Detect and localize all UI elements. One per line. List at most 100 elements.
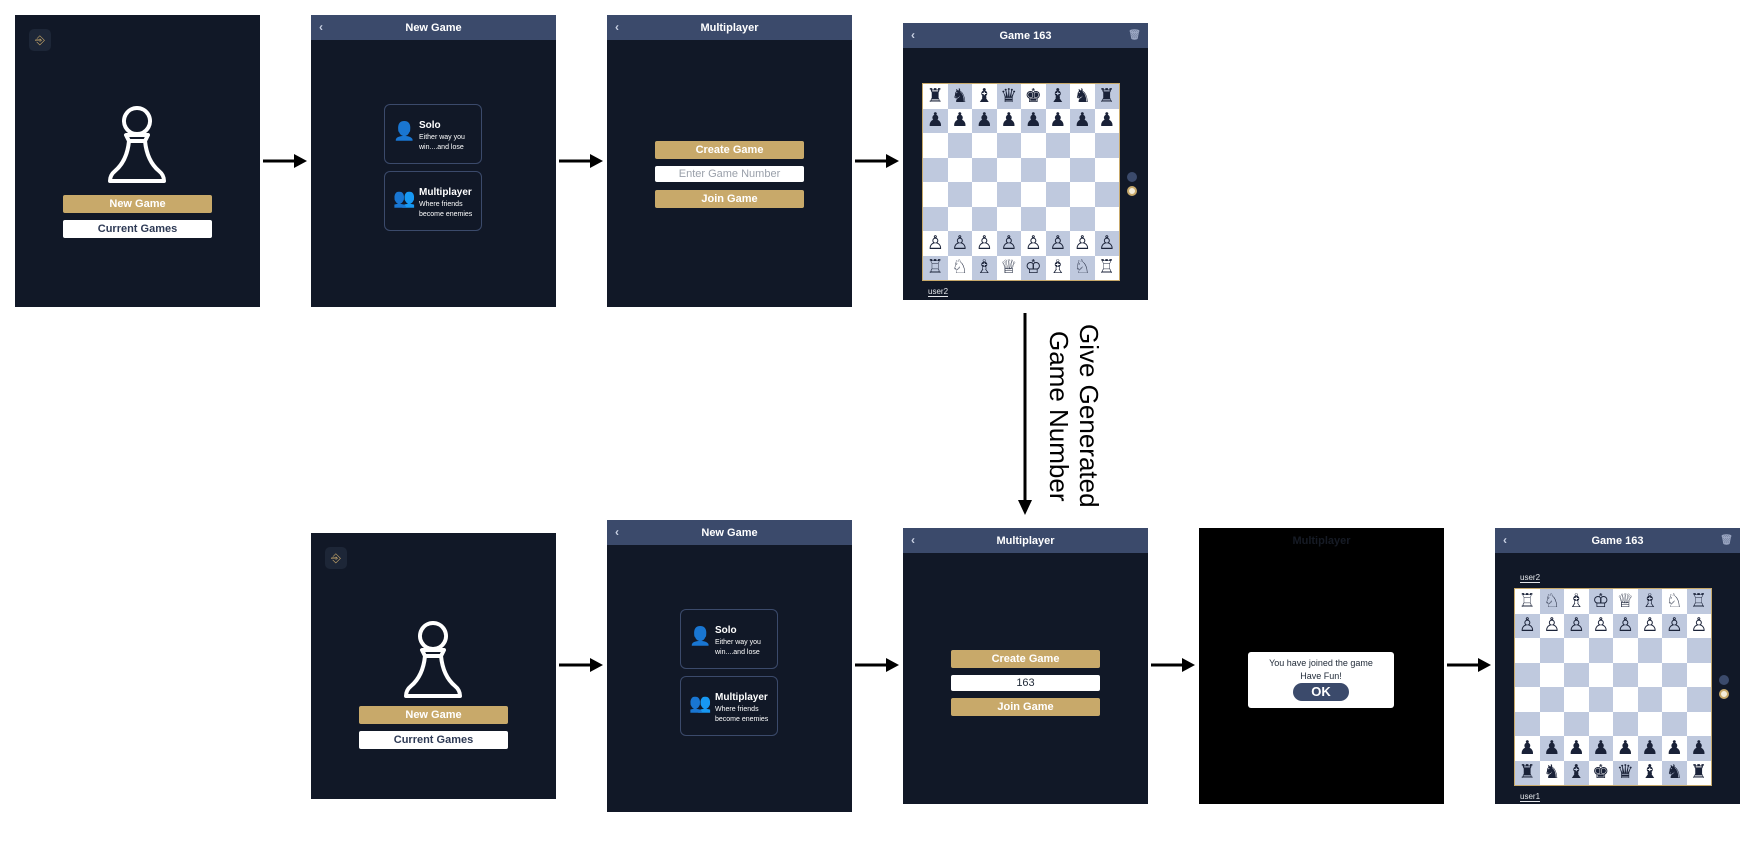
chevron-left-icon[interactable]: ‹ [615,15,619,40]
board-square[interactable] [1613,711,1638,736]
board-square[interactable] [1045,206,1070,231]
board-square[interactable] [1662,638,1687,663]
board-square[interactable] [1637,662,1662,687]
board-square[interactable] [923,206,948,231]
chess-piece[interactable]: ♙ [1564,613,1589,638]
chess-piece[interactable]: ♙ [1539,613,1564,638]
create-game-button[interactable]: Create Game [655,141,804,159]
chess-piece[interactable]: ♘ [947,255,972,280]
board-square[interactable] [972,133,997,158]
chess-piece[interactable]: ♟ [947,108,972,133]
chess-piece[interactable]: ♙ [1637,613,1662,638]
chess-piece[interactable]: ♟ [1515,736,1540,761]
chess-piece[interactable]: ♔ [1588,589,1613,614]
board-square[interactable] [1613,687,1638,712]
board-square[interactable] [1637,711,1662,736]
board-square[interactable] [996,206,1021,231]
board-square[interactable] [1021,182,1046,207]
board-square[interactable] [1070,133,1095,158]
board-square[interactable] [1045,182,1070,207]
chess-piece[interactable]: ♖ [1515,589,1540,614]
logout-icon[interactable]: ⎆ [29,29,51,51]
board-square[interactable] [1515,638,1540,663]
board-square[interactable] [1564,711,1589,736]
board-square[interactable] [1515,662,1540,687]
ok-button[interactable]: OK [1293,683,1349,701]
board-square[interactable] [972,157,997,182]
chess-piece[interactable]: ♛ [996,84,1021,109]
chess-piece[interactable]: ♟ [1021,108,1046,133]
board-square[interactable] [1094,133,1119,158]
chess-piece[interactable]: ♙ [1686,613,1711,638]
chess-piece[interactable]: ♗ [972,255,997,280]
board-square[interactable] [972,182,997,207]
chess-piece[interactable]: ♕ [1613,589,1638,614]
chess-piece[interactable]: ♞ [1539,760,1564,785]
board-square[interactable] [1686,638,1711,663]
chess-piece[interactable]: ♜ [1094,84,1119,109]
board-square[interactable] [947,206,972,231]
board-square[interactable] [996,157,1021,182]
board-square[interactable] [1094,206,1119,231]
board-square[interactable] [923,182,948,207]
chess-piece[interactable]: ♟ [1539,736,1564,761]
board-square[interactable] [1045,157,1070,182]
chess-piece[interactable]: ♖ [923,255,948,280]
chess-piece[interactable]: ♝ [972,84,997,109]
chess-piece[interactable]: ♗ [1564,589,1589,614]
join-game-button[interactable]: Join Game [655,190,804,208]
chess-piece[interactable]: ♙ [1070,231,1095,256]
board-square[interactable] [1662,687,1687,712]
multiplayer-card[interactable]: 👥 Multiplayer Where friends become enemi… [680,676,778,736]
chess-piece[interactable]: ♟ [1613,736,1638,761]
chess-piece[interactable]: ♙ [947,231,972,256]
board-square[interactable] [1539,687,1564,712]
board-square[interactable] [1021,133,1046,158]
chess-piece[interactable]: ♚ [1588,760,1613,785]
chess-piece[interactable]: ♙ [1588,613,1613,638]
chess-piece[interactable]: ♙ [1021,231,1046,256]
chess-piece[interactable]: ♔ [1021,255,1046,280]
board-square[interactable] [1588,711,1613,736]
chess-piece[interactable]: ♞ [947,84,972,109]
board-square[interactable] [1662,662,1687,687]
chess-piece[interactable]: ♟ [1070,108,1095,133]
chess-piece[interactable]: ♕ [996,255,1021,280]
board-square[interactable] [1613,638,1638,663]
board-square[interactable] [1070,206,1095,231]
chess-piece[interactable]: ♜ [1686,760,1711,785]
chess-piece[interactable]: ♙ [1045,231,1070,256]
chess-piece[interactable]: ♟ [1637,736,1662,761]
board-square[interactable] [972,206,997,231]
chevron-left-icon[interactable]: ‹ [911,23,915,48]
board-square[interactable] [1539,662,1564,687]
board-square[interactable] [1070,182,1095,207]
chess-piece[interactable]: ♘ [1070,255,1095,280]
chevron-left-icon[interactable]: ‹ [319,15,323,40]
board-square[interactable] [1045,133,1070,158]
chess-piece[interactable]: ♗ [1637,589,1662,614]
chess-piece[interactable]: ♟ [1564,736,1589,761]
logout-icon[interactable]: ⎆ [325,547,347,569]
chess-piece[interactable]: ♜ [1515,760,1540,785]
join-game-button[interactable]: Join Game [951,698,1100,716]
board-square[interactable] [1094,157,1119,182]
chess-piece[interactable]: ♖ [1094,255,1119,280]
trash-icon[interactable]: 🗑 [1128,23,1141,48]
chess-piece[interactable]: ♝ [1045,84,1070,109]
chess-piece[interactable]: ♟ [1686,736,1711,761]
board-square[interactable] [1539,711,1564,736]
chess-piece[interactable]: ♟ [1094,108,1119,133]
board-square[interactable] [923,133,948,158]
chess-piece[interactable]: ♘ [1539,589,1564,614]
chess-piece[interactable]: ♙ [1662,613,1687,638]
board-square[interactable] [1539,638,1564,663]
chess-piece[interactable]: ♙ [972,231,997,256]
board-square[interactable] [1021,157,1046,182]
board-square[interactable] [1686,687,1711,712]
board-square[interactable] [947,157,972,182]
board-square[interactable] [1662,711,1687,736]
chess-piece[interactable]: ♙ [996,231,1021,256]
board-square[interactable] [1021,206,1046,231]
board-square[interactable] [1637,638,1662,663]
